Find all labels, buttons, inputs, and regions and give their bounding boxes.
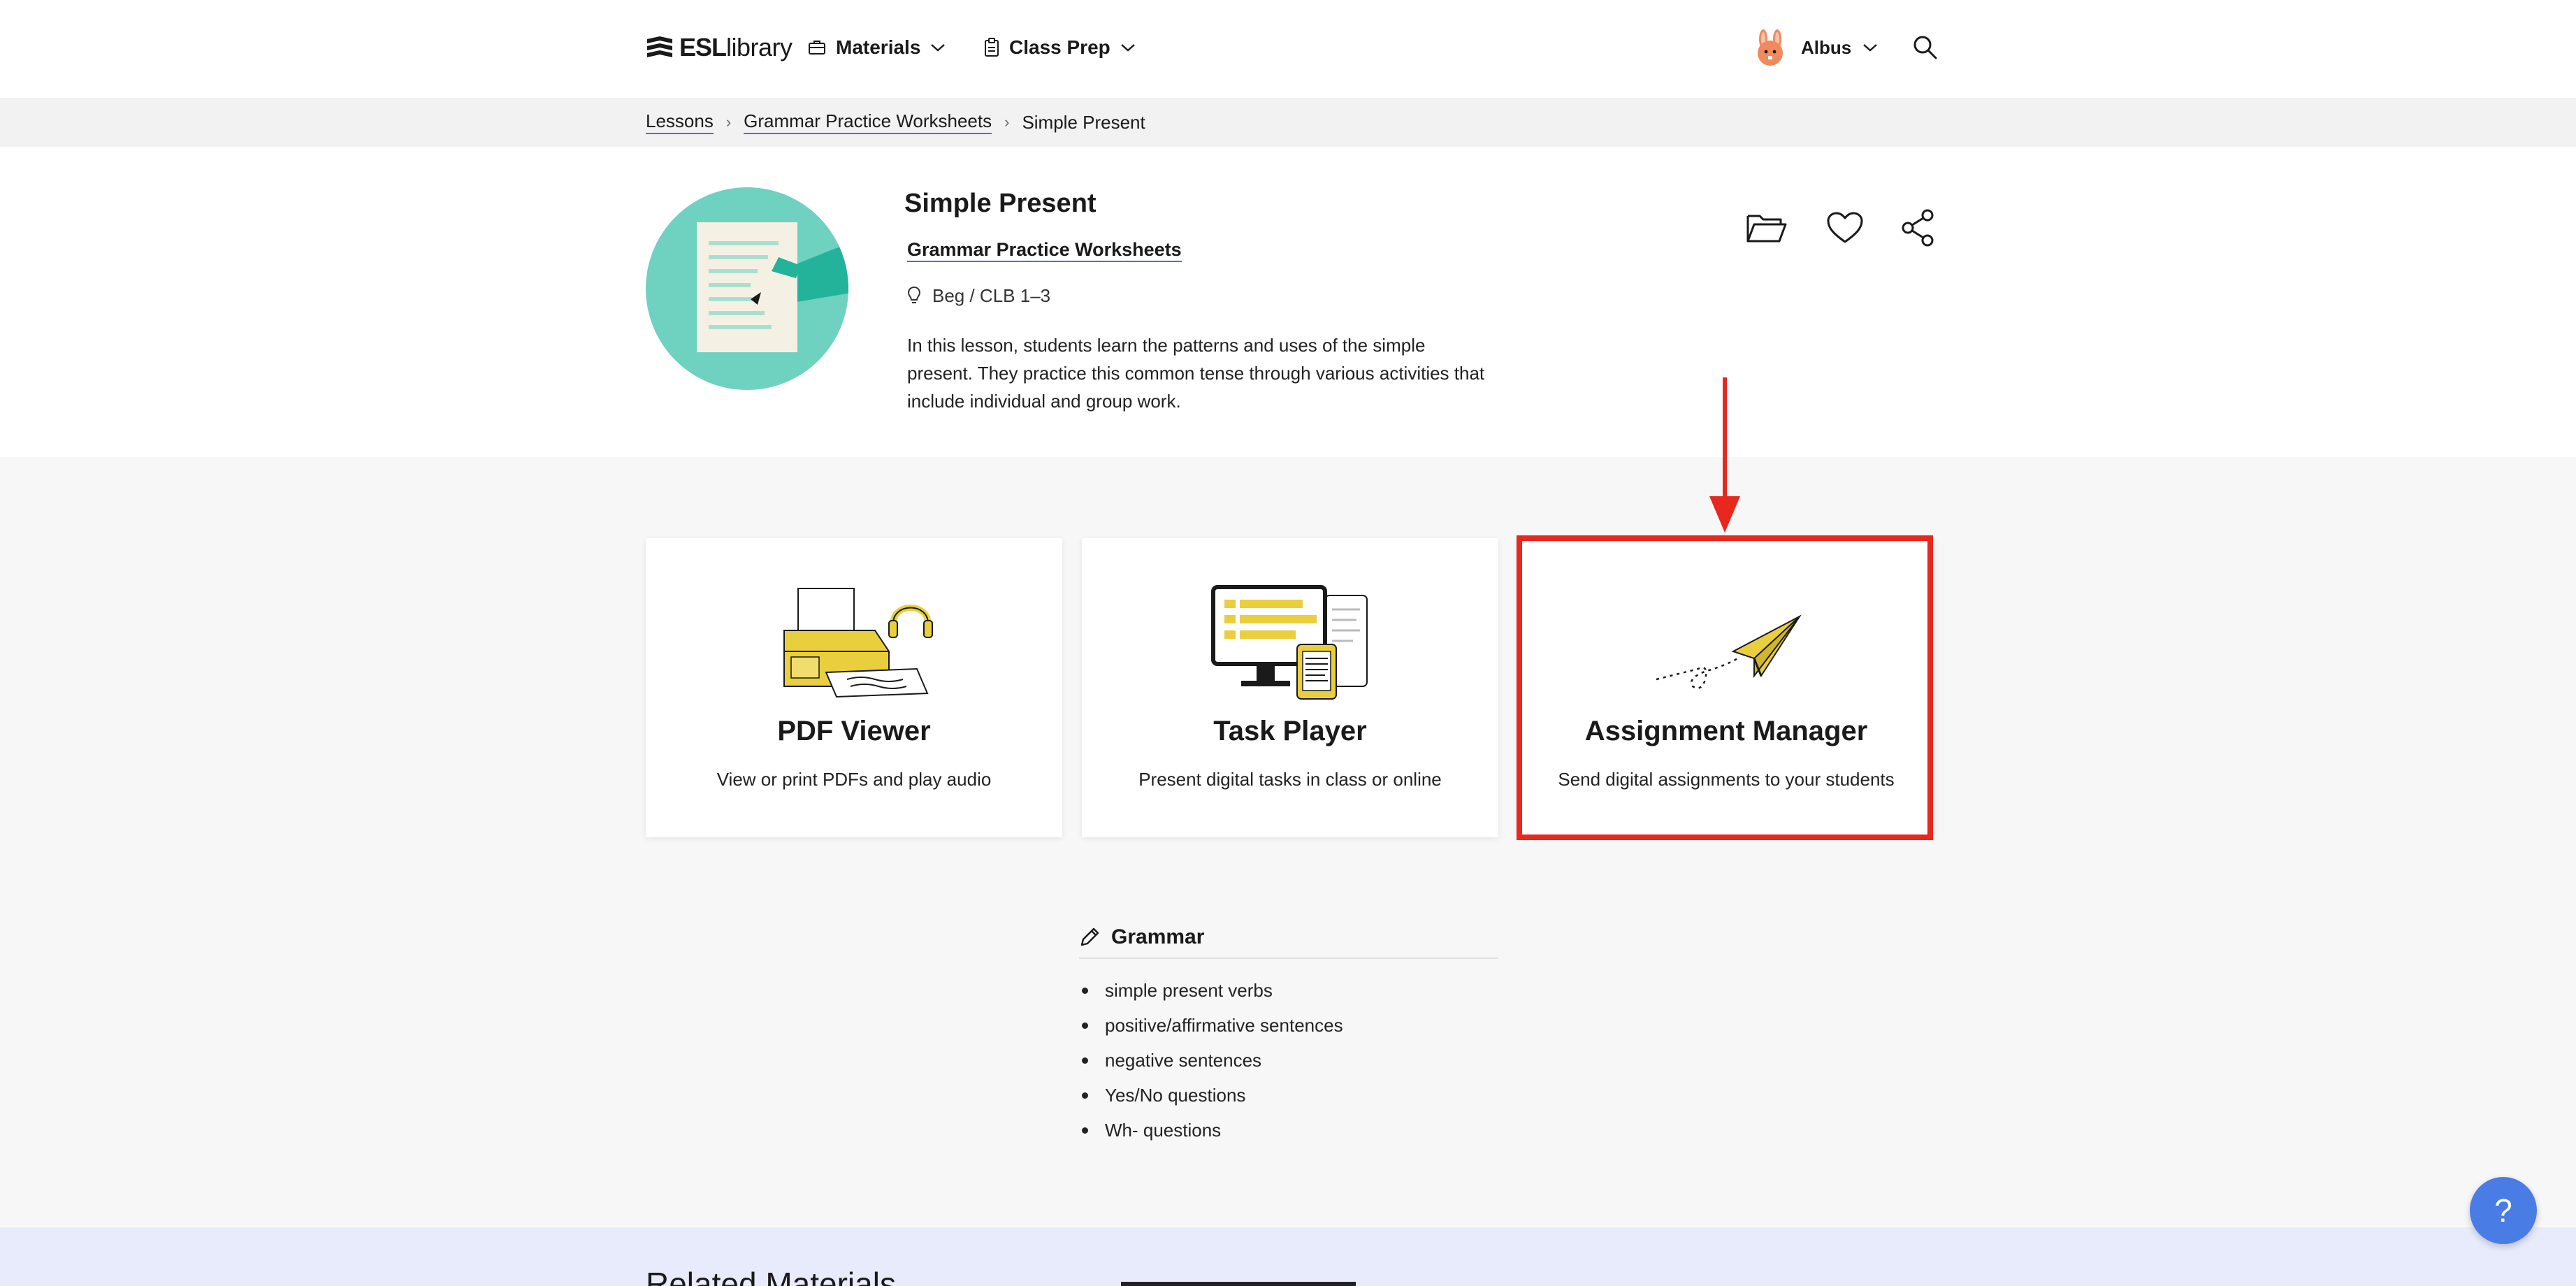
grammar-topic-list: simple present verbs positive/affirmativ… [1079,973,1343,1148]
lesson-level: Beg / CLB 1–3 [907,284,1050,308]
logo-text-bold: ESL [679,33,727,62]
breadcrumb-lessons-link[interactable]: Lessons [646,110,714,134]
card-subtitle: View or print PDFs and play audio [716,769,992,790]
list-item: Yes/No questions [1079,1078,1343,1113]
lesson-header: Simple Present Grammar Practice Workshee… [0,147,2576,457]
card-title: PDF Viewer [777,716,931,746]
paper-airplane-illustration [1656,614,1802,689]
pdf-viewer-card[interactable]: PDF Viewer View or print PDFs and play a… [646,538,1062,837]
card-subtitle: Present digital tasks in class or online [1138,769,1442,790]
list-item: negative sentences [1079,1043,1343,1078]
top-navigation-bar: ESLlibrary Materials Class Prep Albus [0,0,2576,98]
card-title: Task Player [1213,716,1367,746]
chevron-down-icon [1120,44,1135,52]
breadcrumb-current: Simple Present [1022,111,1145,133]
lesson-level-text: Beg / CLB 1–3 [932,284,1051,306]
related-materials-title: Related Materials [646,1266,896,1286]
assignment-manager-card[interactable]: Assignment Manager Send digital assignme… [1518,538,1934,837]
book-logo-icon [647,36,672,57]
list-item: Wh- questions [1079,1113,1343,1148]
folder-open-icon [1746,215,1787,243]
related-tab-indicator [1121,1282,1356,1286]
annotation-arrow-icon [1709,377,1740,533]
devices-illustration [1211,585,1368,700]
grammar-section-heading: Grammar [1079,917,1498,959]
lesson-description: In this lesson, students learn the patte… [907,335,1485,412]
related-materials-section: Related Materials [0,1227,2576,1286]
breadcrumb-series-link[interactable]: Grammar Practice Worksheets [744,110,992,134]
chevron-down-icon [931,44,946,52]
breadcrumb: Lessons › Grammar Practice Worksheets › … [646,98,1145,147]
logo-text: ESLlibrary [679,33,793,62]
lesson-thumbnail-worksheet-icon [646,187,848,390]
nav-materials-label: Materials [836,36,921,58]
list-item: positive/affirmative sentences [1079,1008,1343,1043]
briefcase-icon [809,41,825,55]
logo-text-light: library [726,33,793,62]
clipboard-icon [985,38,999,57]
bunny-avatar [1758,29,1783,66]
nav-materials-menu[interactable]: Materials [808,32,946,63]
help-button[interactable]: ? [2470,1177,2537,1244]
favorite-button[interactable] [1823,205,1867,250]
lesson-title: Simple Present [904,189,1097,218]
search-icon[interactable] [1911,34,1939,62]
share-icon [1902,209,1934,247]
breadcrumb-separator: › [725,113,732,131]
heart-icon [1827,212,1863,243]
save-to-folder-button[interactable] [1744,205,1789,250]
share-button[interactable] [1895,205,1940,250]
printer-headphones-illustration [783,588,933,698]
pencil-icon [1080,927,1099,946]
esl-library-logo[interactable]: ESLlibrary [646,32,793,63]
breadcrumb-bar: Lessons › Grammar Practice Worksheets › … [0,98,2576,147]
task-player-card[interactable]: Task Player Present digital tasks in cla… [1082,538,1498,837]
list-item: simple present verbs [1079,973,1343,1008]
lesson-series-link[interactable]: Grammar Practice Worksheets [907,239,1182,262]
card-title: Assignment Manager [1584,716,1868,746]
user-name: Albus [1801,36,1852,58]
nav-class-prep-menu[interactable]: Class Prep [984,32,1136,63]
card-subtitle: Send digital assignments to your student… [1558,769,1895,790]
nav-class-prep-label: Class Prep [1009,36,1110,58]
user-account-menu[interactable]: Albus [1751,28,1878,67]
grammar-heading-text: Grammar [1111,925,1205,948]
breadcrumb-separator: › [1004,113,1010,131]
chevron-down-icon [1863,44,1878,52]
lightbulb-icon [907,286,921,303]
